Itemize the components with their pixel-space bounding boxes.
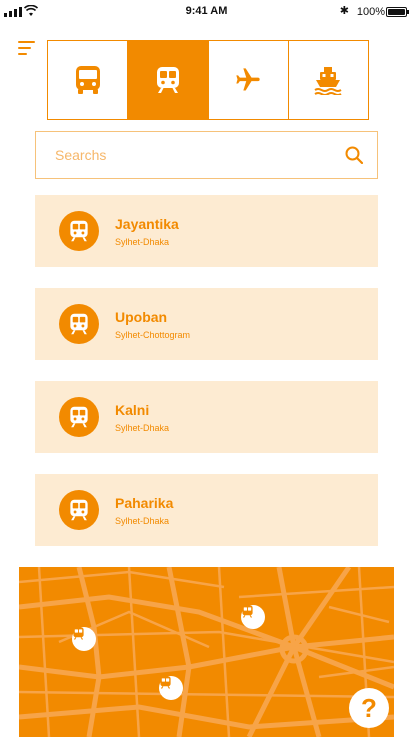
list-item[interactable]: Paharika Sylhet-Dhaka: [35, 474, 378, 546]
battery-percent: 100%: [356, 6, 385, 18]
train-icon: [59, 211, 99, 251]
help-button[interactable]: ?: [349, 688, 389, 728]
bus-icon: [75, 66, 100, 94]
list-item[interactable]: Kalni Sylhet-Dhaka: [35, 381, 378, 453]
tab-bus[interactable]: [48, 41, 128, 119]
airplane-icon: [236, 68, 260, 91]
train-icon: [59, 490, 99, 530]
ship-icon: [314, 67, 342, 95]
battery-icon: [386, 7, 409, 17]
search-input[interactable]: [55, 147, 345, 163]
route-name: Paharika: [115, 494, 174, 511]
route-path: Sylhet-Dhaka: [115, 236, 170, 247]
route-map[interactable]: ?: [19, 567, 394, 737]
train-pin[interactable]: [159, 676, 183, 700]
route-name: Upoban: [115, 308, 168, 325]
tab-train[interactable]: [127, 41, 208, 119]
status-bar: 9:41 AM ✱ 100%: [0, 0, 413, 22]
transport-mode-tabs: [47, 40, 369, 120]
map-streets: [19, 567, 394, 737]
route-name: Kalni: [115, 401, 150, 418]
menu-icon[interactable]: [18, 40, 35, 56]
status-time: 9:41 AM: [185, 5, 228, 17]
list-item[interactable]: Upoban Sylhet-Chottogram: [35, 288, 378, 360]
train-icon: [73, 627, 84, 640]
bluetooth-icon: ✱: [339, 5, 349, 17]
train-pin[interactable]: [241, 605, 265, 629]
train-icon: [242, 605, 253, 618]
train-pin[interactable]: [72, 627, 96, 651]
train-icon: [156, 67, 179, 93]
tab-ship[interactable]: [287, 41, 368, 119]
route-name: Jayantika: [115, 215, 179, 232]
tab-flight[interactable]: [207, 41, 288, 119]
route-path: Sylhet-Dhaka: [115, 422, 170, 433]
search-icon[interactable]: [345, 146, 363, 164]
route-list: Jayantika Sylhet-Dhaka Upoban Sylhet-Cho…: [35, 195, 378, 567]
route-path: Sylhet-Chottogram: [115, 329, 191, 340]
search-bar: [35, 131, 378, 179]
list-item[interactable]: Jayantika Sylhet-Dhaka: [35, 195, 378, 267]
train-icon: [59, 304, 99, 344]
train-icon: [59, 397, 99, 437]
route-path: Sylhet-Dhaka: [115, 515, 170, 526]
train-icon: [160, 676, 171, 689]
